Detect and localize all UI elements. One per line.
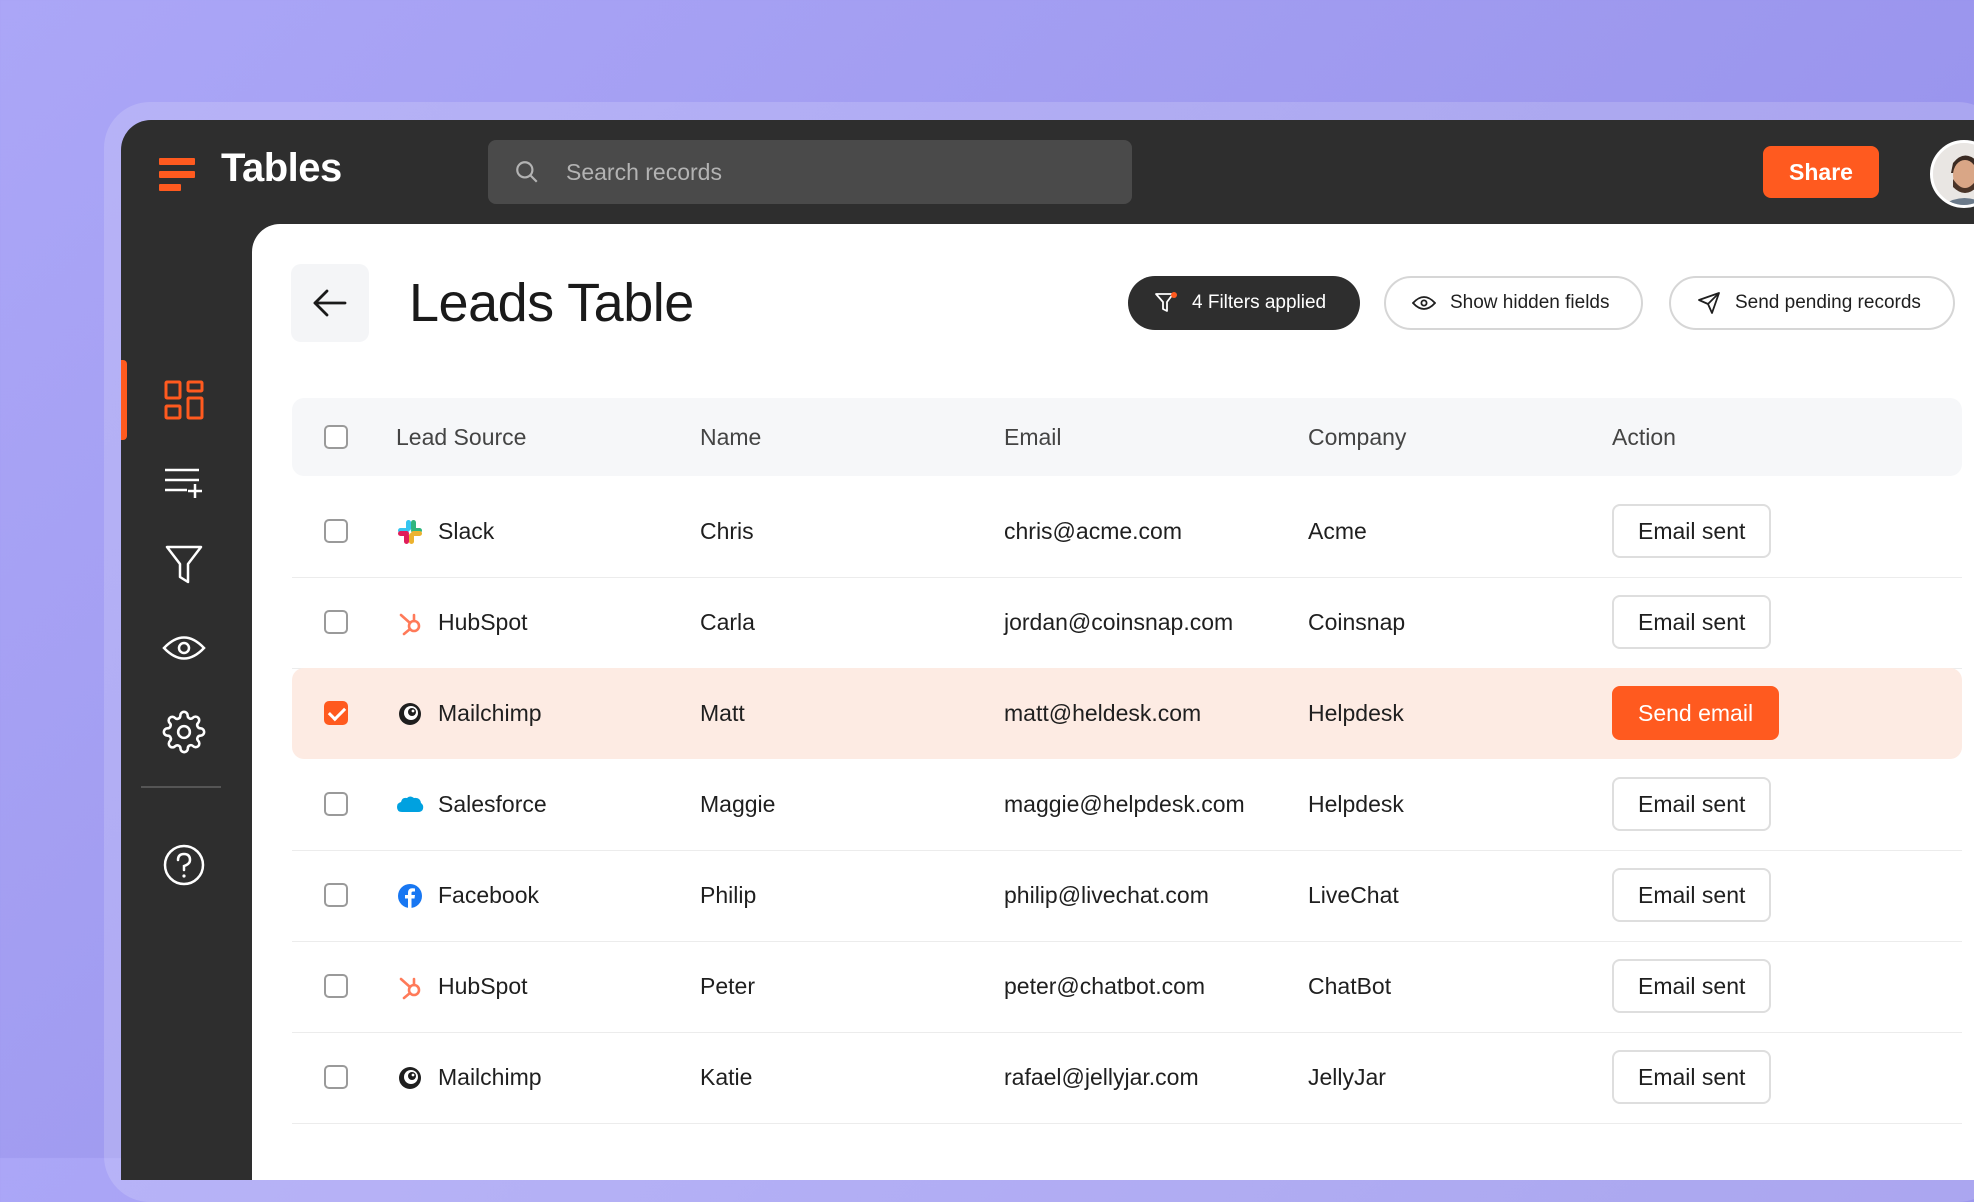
- show-hidden-fields-button[interactable]: Show hidden fields: [1384, 276, 1643, 330]
- sidebar-item-help[interactable]: [121, 825, 247, 905]
- grid-icon: [164, 380, 204, 420]
- email-sent-button[interactable]: Email sent: [1612, 595, 1772, 649]
- email-sent-button[interactable]: Email sent: [1612, 868, 1772, 922]
- send-email-button[interactable]: Send email: [1612, 686, 1780, 740]
- sidebar-item-dashboard[interactable]: [121, 360, 247, 440]
- email-sent-button[interactable]: Email sent: [1612, 504, 1772, 558]
- filters-applied-button[interactable]: 4 Filters applied: [1128, 276, 1360, 330]
- filter-icon: [1155, 292, 1177, 312]
- email-sent-button[interactable]: Email sent: [1612, 777, 1772, 831]
- lead-name: Carla: [700, 609, 755, 635]
- eye-icon: [1412, 296, 1436, 310]
- table-row[interactable]: Facebook Philip philip@livechat.com Live…: [292, 850, 1962, 942]
- column-header-lead-source[interactable]: Lead Source: [396, 398, 526, 476]
- table-row[interactable]: Mailchimp Katie rafael@jellyjar.com Jell…: [292, 1032, 1962, 1124]
- search-input[interactable]: Search records: [488, 140, 1132, 204]
- hubspot-icon: [396, 973, 424, 1001]
- lead-source: HubSpot: [438, 609, 528, 635]
- eye-icon: [162, 636, 206, 660]
- sidebar-divider: [141, 786, 221, 788]
- lead-source: Salesforce: [438, 791, 547, 817]
- salesforce-icon: [396, 791, 424, 819]
- lead-company: Helpdesk: [1308, 700, 1404, 726]
- slack-icon: [396, 518, 424, 546]
- facebook-icon: [396, 882, 424, 910]
- lead-company: JellyJar: [1308, 1064, 1386, 1090]
- sidebar-item-settings[interactable]: [121, 692, 247, 772]
- lead-source: HubSpot: [438, 973, 528, 999]
- app-window: Tables Search records Share Leads Table …: [121, 120, 1974, 1180]
- table-header: Lead Source Name Email Company Action: [292, 398, 1962, 476]
- sidebar-item-filter[interactable]: [121, 525, 247, 605]
- send-pending-records-button[interactable]: Send pending records: [1669, 276, 1955, 330]
- send-icon: [1698, 292, 1720, 314]
- select-all-checkbox[interactable]: [324, 425, 348, 449]
- list-add-icon: [165, 468, 202, 498]
- tables-logo-icon: [159, 158, 195, 192]
- lead-name: Katie: [700, 1064, 753, 1090]
- lead-company: Coinsnap: [1308, 609, 1406, 635]
- lead-email: jordan@coinsnap.com: [1004, 609, 1234, 635]
- row-checkbox[interactable]: [324, 883, 348, 907]
- row-checkbox[interactable]: [324, 974, 348, 998]
- table-row[interactable]: Slack Chris chris@acme.com Acme Email se…: [292, 486, 1962, 578]
- column-header-action[interactable]: Action: [1612, 398, 1676, 476]
- row-checkbox[interactable]: [324, 701, 348, 725]
- row-checkbox[interactable]: [324, 519, 348, 543]
- filter-icon: [165, 545, 203, 584]
- avatar[interactable]: [1930, 140, 1974, 208]
- email-sent-button[interactable]: Email sent: [1612, 959, 1772, 1013]
- lead-company: LiveChat: [1308, 882, 1399, 908]
- table-row[interactable]: Mailchimp Matt matt@heldesk.com Helpdesk…: [292, 668, 1962, 759]
- lead-name: Philip: [700, 882, 757, 908]
- sidebar-item-view[interactable]: [121, 608, 247, 688]
- page-title: Leads Table: [409, 273, 694, 333]
- search-icon: [516, 161, 538, 183]
- row-checkbox[interactable]: [324, 1065, 348, 1089]
- back-button[interactable]: [291, 264, 369, 342]
- search-placeholder: Search records: [566, 158, 722, 185]
- lead-name: Matt: [700, 700, 745, 726]
- lead-name: Peter: [700, 973, 755, 999]
- table-row[interactable]: HubSpot Peter peter@chatbot.com ChatBot …: [292, 941, 1962, 1033]
- lead-company: ChatBot: [1308, 973, 1392, 999]
- table-row[interactable]: HubSpot Carla jordan@coinsnap.com Coinsn…: [292, 577, 1962, 669]
- lead-email: matt@heldesk.com: [1004, 700, 1202, 726]
- lead-source: Mailchimp: [438, 700, 542, 726]
- table-row[interactable]: Salesforce Maggie maggie@helpdesk.com He…: [292, 759, 1962, 851]
- filters-applied-label: 4 Filters applied: [1192, 292, 1327, 313]
- lead-name: Chris: [700, 518, 754, 544]
- gear-icon: [162, 710, 206, 754]
- sidebar-item-add-list[interactable]: [121, 442, 247, 522]
- lead-email: peter@chatbot.com: [1004, 973, 1206, 999]
- mailchimp-icon: [396, 700, 424, 728]
- arrow-left-icon: [313, 289, 347, 317]
- help-icon: [163, 844, 205, 886]
- active-indicator: [121, 360, 127, 440]
- column-header-email[interactable]: Email: [1004, 398, 1062, 476]
- share-button[interactable]: Share: [1763, 146, 1879, 198]
- lead-company: Helpdesk: [1308, 791, 1404, 817]
- lead-email: rafael@jellyjar.com: [1004, 1064, 1199, 1090]
- lead-email: maggie@helpdesk.com: [1004, 791, 1245, 817]
- mailchimp-icon: [396, 1064, 424, 1092]
- show-hidden-fields-label: Show hidden fields: [1450, 292, 1610, 313]
- lead-name: Maggie: [700, 791, 776, 817]
- hubspot-icon: [396, 609, 424, 637]
- main-panel: Leads Table 4 Filters applied Show hidde…: [252, 224, 1974, 1180]
- column-header-company[interactable]: Company: [1308, 398, 1406, 476]
- lead-company: Acme: [1308, 518, 1367, 544]
- lead-source: Slack: [438, 518, 495, 544]
- app-name: Tables: [221, 146, 342, 190]
- lead-email: philip@livechat.com: [1004, 882, 1209, 908]
- email-sent-button[interactable]: Email sent: [1612, 1050, 1772, 1104]
- row-checkbox[interactable]: [324, 792, 348, 816]
- column-header-name[interactable]: Name: [700, 398, 761, 476]
- lead-source: Facebook: [438, 882, 540, 908]
- lead-source: Mailchimp: [438, 1064, 542, 1090]
- lead-email: chris@acme.com: [1004, 518, 1182, 544]
- send-pending-records-label: Send pending records: [1735, 292, 1921, 313]
- row-checkbox[interactable]: [324, 610, 348, 634]
